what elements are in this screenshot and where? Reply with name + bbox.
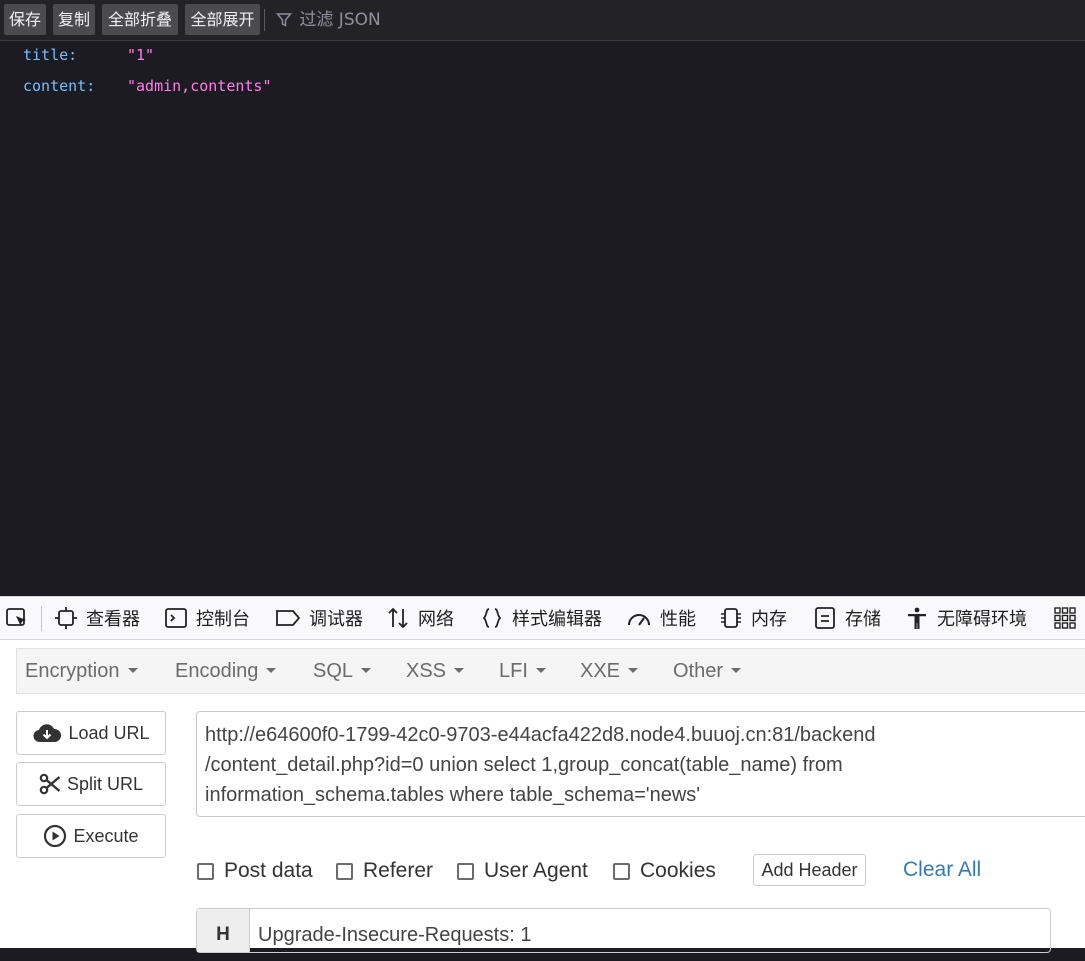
toolbar-divider [264,9,265,31]
tab-label: 无障碍环境 [937,609,1027,630]
cookies-checkbox[interactable] [613,862,630,880]
caret-down-icon [127,668,138,673]
save-button[interactable]: 保存 [4,4,46,35]
hackbar-menu-bar: Encryption Encoding SQL XSS LFI XXE Othe… [16,648,1085,694]
accessibility-icon [908,607,926,629]
caret-down-icon [731,668,742,673]
expand-all-button[interactable]: 全部展开 [185,4,260,35]
cookies-option[interactable]: Cookies [613,854,716,888]
tab-label: 网络 [418,609,454,630]
tab-network[interactable]: 网络 [386,597,454,639]
post-data-checkbox[interactable] [197,862,214,880]
split-url-label: Split URL [66,773,144,794]
header-value-input[interactable]: Upgrade-Insecure-Requests: 1 [258,909,531,952]
json-value: "admin,contents" [127,77,272,95]
inspector-icon [55,607,77,629]
url-line: http://e64600f0-1799-42c0-9703-e44acfa42… [205,724,876,746]
referer-option[interactable]: Referer [336,854,433,888]
menu-lfi[interactable]: LFI [499,649,546,693]
storage-icon [815,607,835,629]
debugger-icon [276,610,301,626]
add-header-button[interactable]: Add Header [753,854,866,886]
console-icon [165,608,187,628]
split-url-button[interactable]: Split URL [16,762,166,806]
tab-inspector[interactable]: 查看器 [54,597,140,639]
filter-json-input[interactable]: 过滤 JSON [276,9,381,31]
tab-console[interactable]: 控制台 [164,597,250,639]
post-data-option[interactable]: Post data [197,854,313,888]
url-textarea[interactable]: http://e64600f0-1799-42c0-9703-e44acfa42… [196,711,1085,817]
play-circle-icon [44,824,67,848]
tab-label: 性能 [660,609,696,630]
menu-other[interactable]: Other [673,649,742,693]
memory-icon [721,608,741,628]
execute-label: Execute [73,825,139,846]
grid-menu-icon [1054,607,1076,629]
tab-memory[interactable]: 内存 [719,597,787,639]
json-key: content: [23,77,96,95]
menu-encryption[interactable]: Encryption [25,649,138,693]
caret-down-icon [535,668,546,673]
tab-label: 控制台 [196,609,250,630]
cookies-label: Cookies [640,859,716,882]
tab-label: 内存 [751,609,787,630]
tab-style-editor[interactable]: 样式编辑器 [480,597,602,639]
tab-label: 调试器 [309,609,363,630]
load-url-label: Load URL [68,722,150,743]
user-agent-option[interactable]: User Agent [457,854,588,888]
devtools-toolbar: 查看器 控制台 调试器 网络 样式编辑器 性能 内存 存储 无障碍环境 [0,596,1085,640]
header-tag: H [197,909,250,952]
devtools-divider [41,606,42,631]
menu-label: SQL [313,660,354,682]
clear-all-link[interactable]: Clear All [903,854,981,886]
url-line: information_schema.tables where table_sc… [205,784,701,806]
style-editor-icon [482,608,502,628]
menu-xss[interactable]: XSS [406,649,465,693]
filter-json-placeholder: 过滤 JSON [299,10,381,30]
caret-down-icon [361,668,372,673]
menu-xxe[interactable]: XXE [580,649,639,693]
json-viewer-toolbar: 保存 复制 全部折叠 全部展开 过滤 JSON [0,0,1085,41]
more-tools-button[interactable] [1054,597,1084,639]
execute-button[interactable]: Execute [16,814,166,858]
user-agent-checkbox[interactable] [457,862,474,880]
filter-icon [276,13,292,27]
hackbar-panel: Encryption Encoding SQL XSS LFI XXE Othe… [0,640,1085,953]
load-url-button[interactable]: Load URL [16,711,166,755]
copy-button[interactable]: 复制 [53,4,95,35]
tab-debugger[interactable]: 调试器 [275,597,363,639]
menu-label: Encoding [175,660,259,682]
tab-performance[interactable]: 性能 [626,597,696,639]
menu-label: Other [673,660,724,682]
caret-down-icon [266,668,277,673]
header-row: H Upgrade-Insecure-Requests: 1 [196,908,1051,953]
tab-storage[interactable]: 存储 [813,597,881,639]
tab-label: 存储 [845,609,881,630]
url-line: /content_detail.php?id=0 union select 1,… [205,754,843,776]
menu-label: XSS [406,660,447,682]
menu-sql[interactable]: SQL [313,649,372,693]
menu-encoding[interactable]: Encoding [175,649,277,693]
cloud-download-icon [33,724,62,743]
network-icon [388,607,408,629]
json-key: title: [23,46,78,64]
element-picker-button[interactable] [5,597,37,639]
referer-checkbox[interactable] [336,862,353,880]
collapse-all-button[interactable]: 全部折叠 [102,4,178,35]
tab-label: 查看器 [86,609,140,630]
caret-down-icon [628,668,639,673]
scissors-icon [39,773,61,795]
menu-label: XXE [580,660,621,682]
performance-icon [628,614,650,626]
menu-label: Encryption [25,660,120,682]
post-data-label: Post data [224,859,313,882]
tab-label: 样式编辑器 [512,609,602,630]
tab-accessibility[interactable]: 无障碍环境 [905,597,1027,639]
element-picker-icon [6,608,26,626]
caret-down-icon [454,668,465,673]
menu-label: LFI [499,660,528,682]
referer-label: Referer [363,859,434,882]
json-value: "1" [127,46,155,64]
user-agent-label: User Agent [484,859,588,882]
